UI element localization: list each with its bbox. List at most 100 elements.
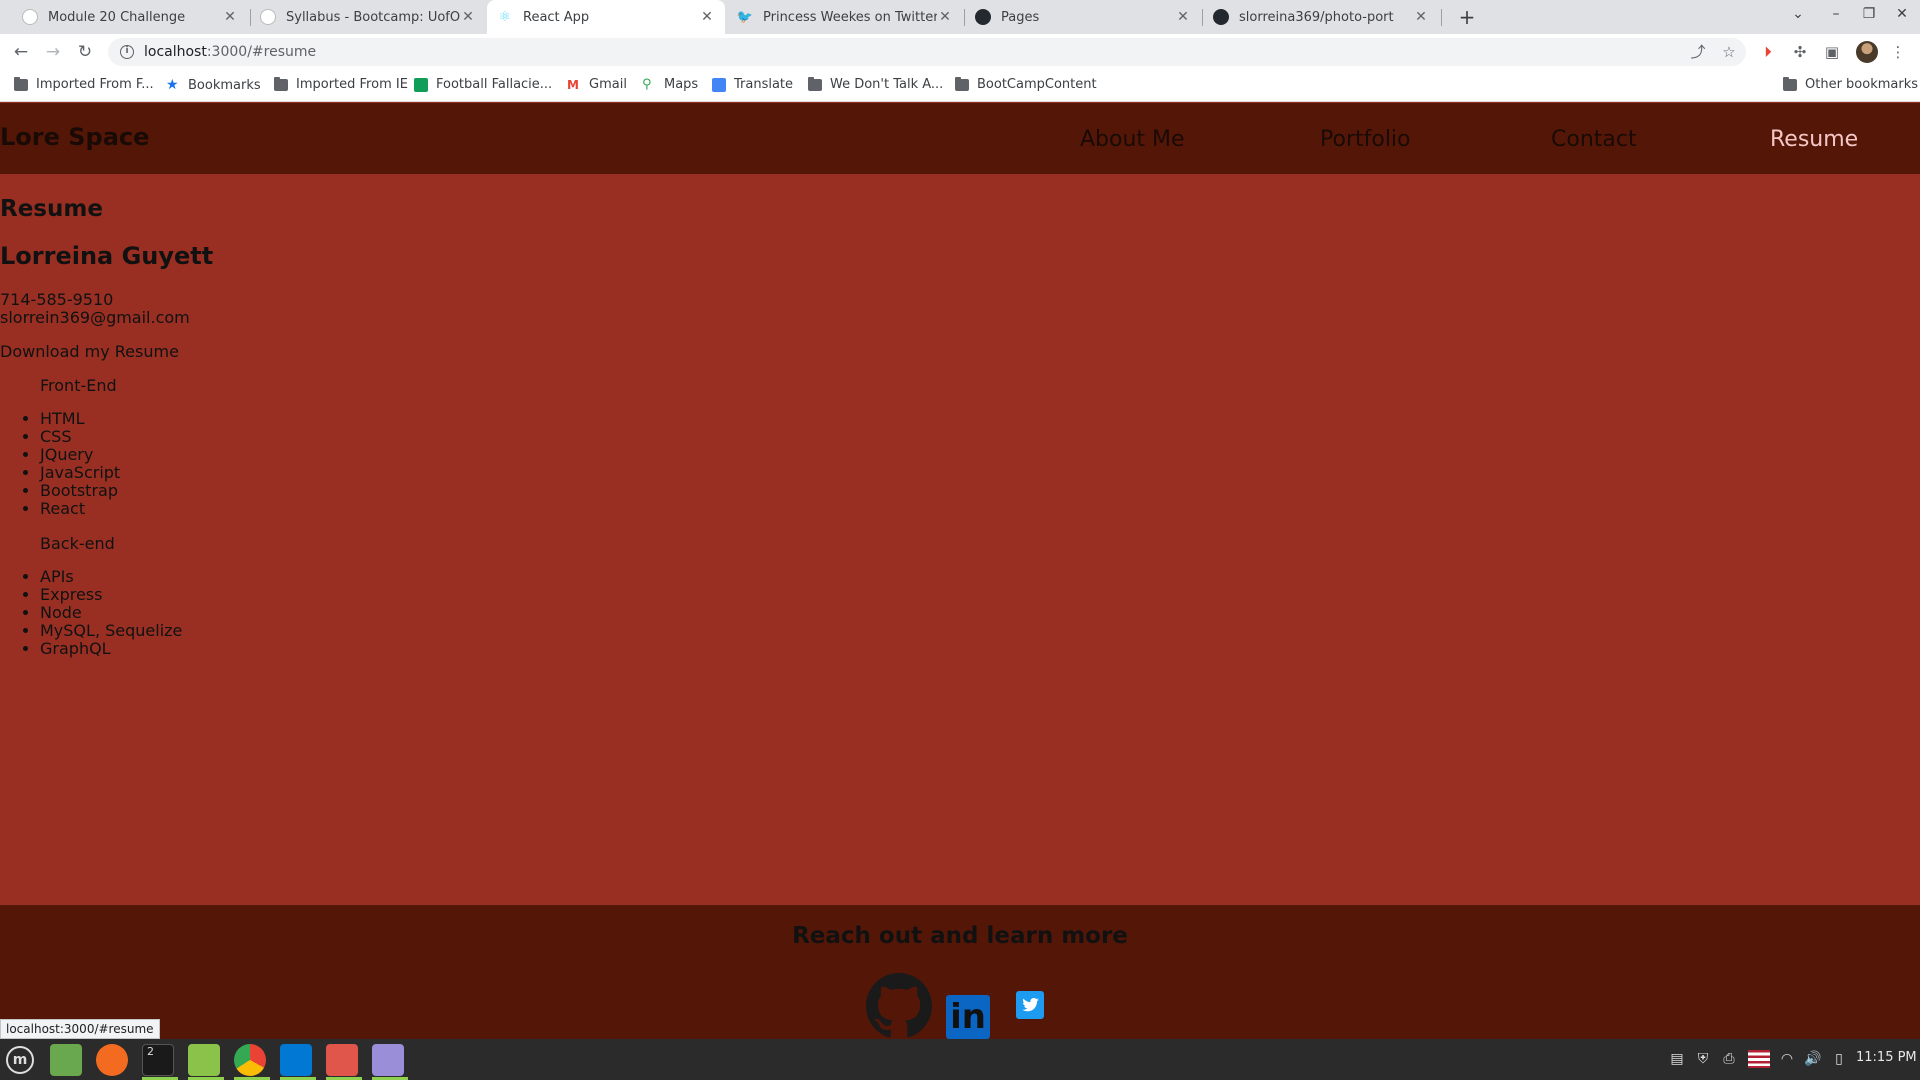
twitter-icon[interactable] bbox=[1016, 991, 1044, 1019]
keyboard-layout-flag-icon[interactable] bbox=[1748, 1050, 1770, 1068]
minimize-icon[interactable]: – bbox=[1825, 6, 1847, 22]
nav-contact[interactable]: Contact bbox=[1551, 127, 1637, 152]
tab-search-icon[interactable]: ⌄ bbox=[1787, 6, 1809, 22]
nav-portfolio[interactable]: Portfolio bbox=[1320, 127, 1411, 152]
frontend-skills-list: HTML CSS JQuery JavaScript Bootstrap Rea… bbox=[40, 410, 120, 518]
list-item: JavaScript bbox=[40, 464, 120, 482]
github-icon[interactable] bbox=[866, 973, 932, 1039]
close-icon[interactable]: ✕ bbox=[699, 9, 715, 25]
page-title: Resume bbox=[0, 196, 103, 222]
linkedin-icon[interactable]: in bbox=[946, 995, 990, 1039]
files-icon[interactable] bbox=[188, 1044, 220, 1076]
chrome-icon[interactable] bbox=[234, 1044, 266, 1076]
printer-icon[interactable]: ⎙ bbox=[1720, 1050, 1738, 1068]
folder-icon bbox=[274, 76, 288, 91]
bookmark-bookmarks[interactable]: ★ Bookmarks bbox=[166, 77, 261, 93]
os-taskbar: m 2 ▤ ⛨ ⎙ ◠ 🔊 ▯ 11:15 PM bbox=[0, 1039, 1920, 1080]
nav-about-me[interactable]: About Me bbox=[1080, 127, 1185, 152]
vscode-icon[interactable] bbox=[280, 1044, 312, 1076]
email-address: slorrein369@gmail.com bbox=[0, 308, 190, 327]
page-icon bbox=[22, 9, 38, 25]
browser-tab-strip: Module 20 Challenge ✕ Syllabus - Bootcam… bbox=[0, 0, 1920, 34]
list-item: JQuery bbox=[40, 446, 120, 464]
list-item: Node bbox=[40, 604, 182, 622]
backend-heading: Back-end bbox=[40, 534, 115, 553]
tab-module-20[interactable]: Module 20 Challenge ✕ bbox=[12, 0, 248, 34]
bookmark-football-fallacies[interactable]: Football Fallacie... bbox=[414, 77, 552, 92]
site-header: Lore Space About Me Portfolio Contact Re… bbox=[0, 103, 1920, 174]
frontend-heading: Front-End bbox=[40, 376, 117, 395]
terminal-icon[interactable]: 2 bbox=[142, 1044, 174, 1076]
forward-icon[interactable]: → bbox=[41, 40, 65, 64]
extensions-puzzle-icon[interactable]: ✣ bbox=[1790, 42, 1810, 62]
page-icon bbox=[260, 9, 276, 25]
shield-icon[interactable]: ⛨ bbox=[1694, 1050, 1712, 1068]
star-icon: ★ bbox=[166, 77, 179, 93]
bookmark-imported-ie[interactable]: Imported From IE bbox=[274, 76, 408, 92]
nav-resume[interactable]: Resume bbox=[1770, 127, 1858, 152]
bookmark-imported-firefox[interactable]: Imported From F... bbox=[14, 76, 154, 92]
list-item: CSS bbox=[40, 428, 120, 446]
bookmarks-bar: Imported From F... ★ Bookmarks Imported … bbox=[0, 70, 1920, 102]
folder-icon bbox=[955, 76, 969, 91]
site-info-icon[interactable]: i bbox=[120, 45, 134, 59]
bookmark-maps[interactable]: ⚲ Maps bbox=[642, 77, 698, 92]
browser-toolbar: ← → ↻ i localhost:3000/#resume ⤴ ☆ ⏵ ✣ ▣… bbox=[0, 34, 1920, 70]
bookmark-we-dont-talk[interactable]: We Don't Talk A... bbox=[808, 76, 943, 92]
firefox-icon[interactable] bbox=[96, 1044, 128, 1076]
folder-icon bbox=[1783, 76, 1797, 91]
list-item: GraphQL bbox=[40, 640, 182, 658]
bookmark-star-icon[interactable]: ☆ bbox=[1719, 42, 1739, 62]
footer-title: Reach out and learn more bbox=[792, 923, 1128, 949]
show-desktop-icon[interactable] bbox=[50, 1044, 82, 1076]
back-icon[interactable]: ← bbox=[9, 40, 33, 64]
tab-photo-port[interactable]: slorreina369/photo-port ✕ bbox=[1203, 0, 1439, 34]
menu-kebab-icon[interactable]: ⋮ bbox=[1888, 42, 1908, 62]
new-tab-button[interactable]: + bbox=[1454, 4, 1480, 30]
list-item: React bbox=[40, 500, 120, 518]
battery-icon[interactable]: ▯ bbox=[1830, 1050, 1848, 1068]
site-footer: Reach out and learn more in bbox=[0, 905, 1920, 1039]
tab-divider bbox=[1441, 9, 1442, 26]
close-icon[interactable]: ✕ bbox=[1175, 9, 1191, 25]
backend-skills-list: APIs Express Node MySQL, Sequelize Graph… bbox=[40, 568, 182, 658]
download-resume-link[interactable]: Download my Resume bbox=[0, 342, 179, 361]
tab-syllabus[interactable]: Syllabus - Bootcamp: UofO-V ✕ bbox=[250, 0, 486, 34]
bookmark-bootcampcontent[interactable]: BootCampContent bbox=[955, 76, 1097, 92]
bookmark-translate[interactable]: Translate bbox=[712, 77, 793, 92]
phone-number: 714-585-9510 bbox=[0, 290, 114, 309]
volume-icon[interactable]: 🔊 bbox=[1804, 1050, 1822, 1068]
clipboard-icon[interactable]: ▤ bbox=[1668, 1050, 1686, 1068]
text-editor-icon[interactable] bbox=[372, 1044, 404, 1076]
list-item: Express bbox=[40, 586, 182, 604]
bookmark-gmail[interactable]: M Gmail bbox=[567, 77, 627, 92]
wifi-icon[interactable]: ◠ bbox=[1778, 1050, 1796, 1068]
site-icon bbox=[414, 77, 428, 92]
list-item: HTML bbox=[40, 410, 120, 428]
image-viewer-icon[interactable] bbox=[326, 1044, 358, 1076]
tab-pages[interactable]: Pages ✕ bbox=[965, 0, 1201, 34]
terminal-badge: 2 bbox=[147, 1045, 154, 1058]
extension-icon[interactable]: ⏵ bbox=[1758, 42, 1778, 62]
restore-icon[interactable]: ❐ bbox=[1858, 6, 1880, 22]
close-icon[interactable]: ✕ bbox=[222, 9, 238, 25]
clock[interactable]: 11:15 PM bbox=[1856, 1050, 1917, 1065]
twitter-bird-icon bbox=[1022, 998, 1039, 1012]
other-bookmarks[interactable]: Other bookmarks bbox=[1783, 76, 1918, 92]
close-icon[interactable]: ✕ bbox=[937, 9, 953, 25]
tab-react-app[interactable]: ⚛ React App ✕ bbox=[487, 0, 725, 34]
status-bar-url: localhost:3000/#resume bbox=[0, 1019, 160, 1039]
github-icon bbox=[975, 9, 991, 25]
side-panel-icon[interactable]: ▣ bbox=[1822, 42, 1842, 62]
tab-twitter[interactable]: 🐦 Princess Weekes on Twitter: " ✕ bbox=[727, 0, 963, 34]
start-menu-icon[interactable]: m bbox=[6, 1046, 34, 1074]
share-icon[interactable]: ⤴ bbox=[1688, 42, 1708, 62]
reload-icon[interactable]: ↻ bbox=[73, 40, 97, 64]
translate-icon bbox=[712, 77, 726, 92]
close-window-icon[interactable]: ✕ bbox=[1891, 6, 1913, 22]
site-brand[interactable]: Lore Space bbox=[0, 123, 149, 151]
profile-avatar[interactable] bbox=[1856, 41, 1878, 63]
address-bar[interactable]: i localhost:3000/#resume bbox=[108, 38, 1746, 66]
close-icon[interactable]: ✕ bbox=[460, 9, 476, 25]
close-icon[interactable]: ✕ bbox=[1413, 9, 1429, 25]
